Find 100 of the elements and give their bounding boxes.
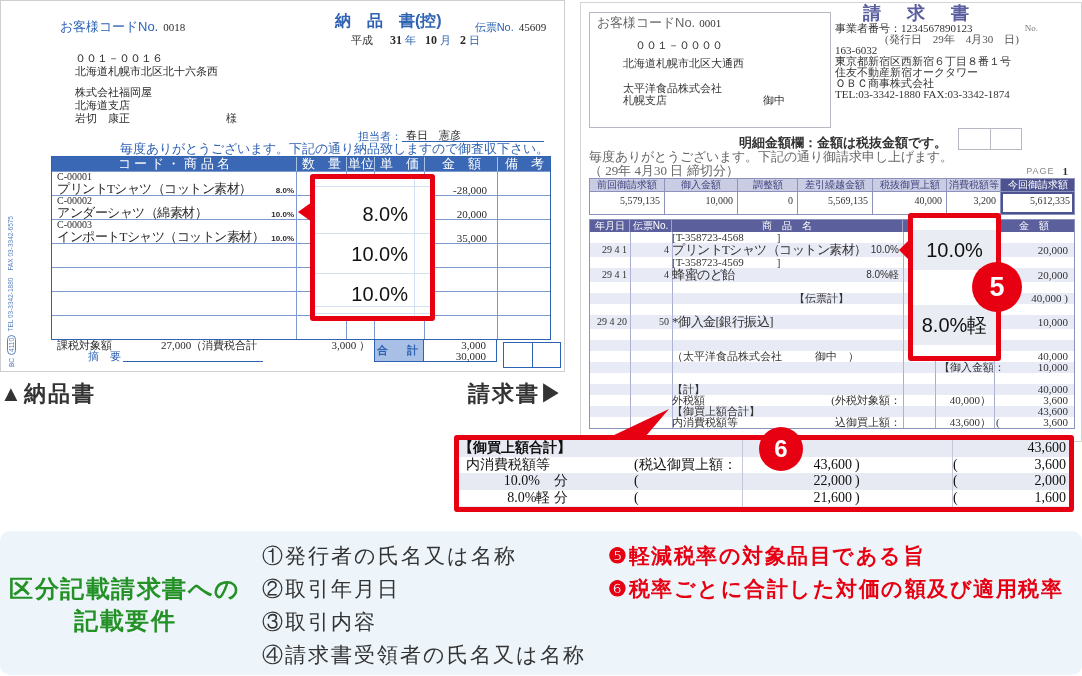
item-name: プリントTシャツ（コットン素材）	[57, 182, 252, 195]
item-name: アンダーシャツ（綿素材）	[57, 206, 207, 219]
recipient-name: 太平洋食品株式会社	[623, 82, 722, 94]
summary-label: 【御買上額合計】	[459, 440, 571, 457]
honorific: 様	[226, 112, 237, 125]
slip-number-cell: 4	[664, 243, 669, 257]
summary-amount: 0	[788, 195, 793, 206]
invoice-caption: 請求書▶	[468, 383, 564, 405]
recipient-name: 札幌支店	[623, 94, 667, 106]
date-unit: 年	[405, 34, 416, 46]
date-cell: 29 4 1	[602, 243, 627, 257]
column-header: 税抜御買上額	[873, 179, 947, 191]
tax-rate: 8.0%	[275, 185, 294, 197]
column-header: 前回御請求額	[590, 179, 665, 191]
recipient-name: 北海道支店	[75, 99, 130, 112]
issuer-line: ＯＢＣ商事株式会社	[835, 78, 934, 89]
base-amount-label: (	[634, 489, 639, 506]
amount-cell: 3,600	[1043, 417, 1068, 428]
amount-cell: 40,000	[1037, 351, 1068, 362]
item-code: C-00002	[57, 196, 92, 206]
requirement-item: ④請求書受領者の氏名又は名称	[262, 642, 586, 668]
item-name: （太平洋食品株式会社 御中 ）	[672, 351, 859, 362]
tax-rate: 10.0%	[870, 243, 899, 257]
date-year: 31	[390, 34, 402, 46]
recipient-name: 株式会社福岡屋	[75, 86, 152, 99]
customer-code: 0001	[699, 16, 722, 30]
page-label: PAGE	[1026, 165, 1055, 178]
column-header: 御入金額	[665, 179, 738, 191]
bracket-text: )	[855, 456, 860, 473]
item-name: *御入金[銀行振込]	[672, 315, 774, 329]
tax-rate-cell: 8.0%	[315, 194, 430, 234]
base-amount: 43,600）	[949, 417, 991, 428]
column-header: 金 額	[425, 157, 498, 171]
bracket-text: )	[855, 489, 860, 506]
greeting-text: 毎度ありがとうございます。下記の通り御請求申し上げます。（ 29年 4月30 日 締切分）	[589, 150, 954, 178]
payment-label: 【御入金額：	[939, 362, 1005, 373]
taxable-amount: 27,000	[161, 340, 192, 351]
taxable-label: 課税対象額	[57, 340, 112, 351]
base-amount: 43,600	[813, 456, 852, 473]
customer-code-label: お客様コードNo.	[60, 20, 159, 34]
column-header: 単 価	[375, 157, 425, 171]
base-amount: 21,600	[813, 489, 852, 506]
item-name: プリントTシャツ（コットン素材）	[672, 243, 867, 257]
column-header: 備 考	[503, 157, 545, 171]
greeting-text: 毎度ありがとうございます。下記の通り納品致しますので御査収下さい。	[120, 141, 549, 156]
registration-label: 事業者番号：	[835, 23, 901, 34]
column-header: 数 量	[297, 157, 347, 171]
seal-box	[958, 128, 1022, 150]
column-header: 単位	[347, 157, 375, 171]
postal-code: ００１－００００	[635, 39, 723, 51]
staff-name-field: 春日 憲彦	[402, 129, 544, 142]
total-tax-amount: 3,000	[461, 340, 486, 351]
requirement-item: ①発行者の氏名又は名称	[262, 543, 517, 569]
summary-amount: 3,200	[973, 195, 996, 206]
tax-rate-cell: 10.0%	[315, 234, 430, 274]
honorific: 御中	[763, 94, 785, 106]
column-header: コ ー ド ・ 商 品 名	[52, 157, 297, 171]
column-header: 金 額	[1018, 220, 1050, 232]
form-title: 納 品 書(控)	[335, 11, 442, 31]
date-unit: 日	[469, 34, 480, 46]
date-era: 平成	[351, 34, 373, 46]
tax-amount: 3,600	[1034, 456, 1066, 473]
address: 北海道札幌市北区大通西	[623, 57, 744, 69]
bracket-text: (	[996, 417, 1000, 428]
tax-rate: 10.0%	[271, 233, 294, 245]
tax-rate: 10.0%	[271, 209, 294, 221]
summary-label: 内消費税額等	[466, 456, 550, 473]
issuer-line: 163-6032	[835, 45, 878, 56]
item-amount: 20,000	[456, 209, 487, 220]
amount-cell: 40,000 )	[1031, 293, 1068, 304]
slip-number: 45609	[518, 21, 547, 34]
base-amount: 40,000）	[949, 395, 991, 406]
issuer-line: 住友不動産新宿オークタワー	[835, 67, 978, 78]
tax-amount: 1,600	[1034, 489, 1066, 506]
item-code: C-00003	[57, 220, 92, 230]
slip-number-cell: 4	[664, 268, 669, 282]
date-cell: 29 4 1	[602, 268, 627, 282]
base-amount-label: (外税対象額：	[831, 395, 901, 406]
seal-box	[503, 342, 561, 368]
item-name: 【御買上額合計】	[672, 406, 760, 417]
column-header: 今回御請求額	[1001, 179, 1074, 191]
base-amount-label: (税込御買上額：	[634, 456, 737, 473]
issue-date: (発行日 29年 4月30 日)	[885, 34, 1019, 45]
item-name: 内消費税額等	[672, 417, 738, 428]
highlighted-requirement: ❻税率ごとに合計した対価の額及び適用税率	[608, 576, 1063, 602]
requirement-item: ③取引内容	[262, 609, 377, 635]
customer-code-label: お客様コードNo.	[597, 16, 696, 30]
amount-cell: 43,600	[1037, 406, 1068, 417]
item-amount: 35,000	[456, 233, 487, 244]
item-code: C-00001	[57, 172, 92, 182]
number-label: No.	[1024, 23, 1038, 34]
tax-rate: 8.0%軽	[866, 268, 899, 282]
amount-cell: 20,000	[1037, 243, 1068, 257]
amount-cell: 40,000	[1037, 384, 1068, 395]
postal-code: ００１－００１６	[75, 52, 163, 65]
bracket-text: (	[953, 489, 958, 506]
item-name: インポートTシャツ（コットン素材）	[57, 230, 265, 243]
tax-amount: 43,600	[1027, 440, 1066, 457]
remarks-label: 摘 要	[88, 351, 121, 362]
summary-amount: 5,612,335	[1030, 195, 1070, 206]
